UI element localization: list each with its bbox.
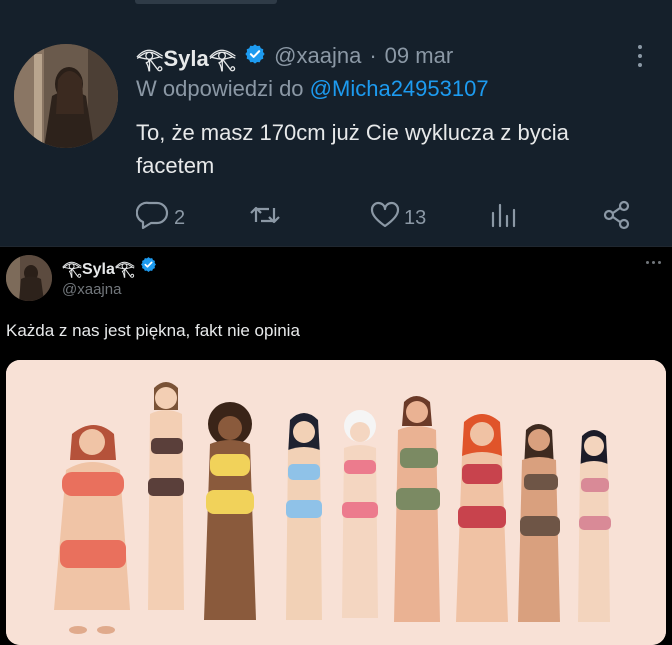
reply-mention-link[interactable]: @Micha24953107: [310, 76, 489, 101]
verified-badge-icon: [244, 43, 266, 70]
retweet-icon: [248, 200, 282, 236]
share-icon: [602, 200, 632, 236]
avatar[interactable]: [6, 255, 52, 301]
timestamp[interactable]: 09 mar: [385, 43, 453, 69]
reply-icon: [135, 200, 170, 236]
author-row: 𓂀Syla𓂀 @xaajna · 09 mar: [136, 40, 453, 72]
handle[interactable]: @xaajna: [62, 281, 121, 298]
handle[interactable]: @xaajna: [274, 43, 361, 69]
previous-tweet-strip: [0, 0, 672, 24]
views-button[interactable]: [488, 200, 518, 236]
display-name[interactable]: 𓂀Syla𓂀: [136, 38, 236, 74]
quoted-tweet[interactable]: 𓂀Syla𓂀 @xaajna Każda z nas jest piękna, …: [0, 247, 672, 645]
more-icon[interactable]: [630, 42, 650, 70]
like-button[interactable]: 13: [370, 200, 426, 236]
author-row: 𓂀Syla𓂀: [62, 255, 157, 279]
separator: ·: [369, 43, 377, 68]
verified-badge-icon: [140, 256, 157, 278]
tweet-text: Każda z nas jest piękna, fakt nie opinia: [6, 321, 300, 340]
like-count: 13: [404, 206, 427, 229]
reply-prefix: W odpowiedzi do: [136, 76, 304, 101]
reply-context: W odpowiedzi do @Micha24953107: [136, 76, 489, 102]
heart-icon: [370, 201, 400, 235]
share-button[interactable]: [602, 200, 632, 236]
reply-count: 2: [174, 206, 186, 229]
more-icon[interactable]: [646, 261, 661, 264]
avatar[interactable]: [14, 44, 118, 148]
reply-button[interactable]: 2: [135, 200, 186, 236]
women-illustration: [6, 360, 666, 645]
scroll-indicator: [135, 0, 277, 4]
retweet-button[interactable]: [248, 200, 282, 236]
action-bar: 2 13: [135, 200, 636, 236]
tweet-text: To, że masz 170cm już Cie wyklucza z byc…: [136, 120, 569, 178]
display-name[interactable]: 𓂀Syla𓂀: [62, 254, 135, 280]
views-icon: [488, 200, 518, 236]
reply-tweet[interactable]: 𓂀Syla𓂀 @xaajna · 09 mar W odpowiedzi do …: [0, 24, 672, 246]
media-image[interactable]: [6, 360, 666, 645]
